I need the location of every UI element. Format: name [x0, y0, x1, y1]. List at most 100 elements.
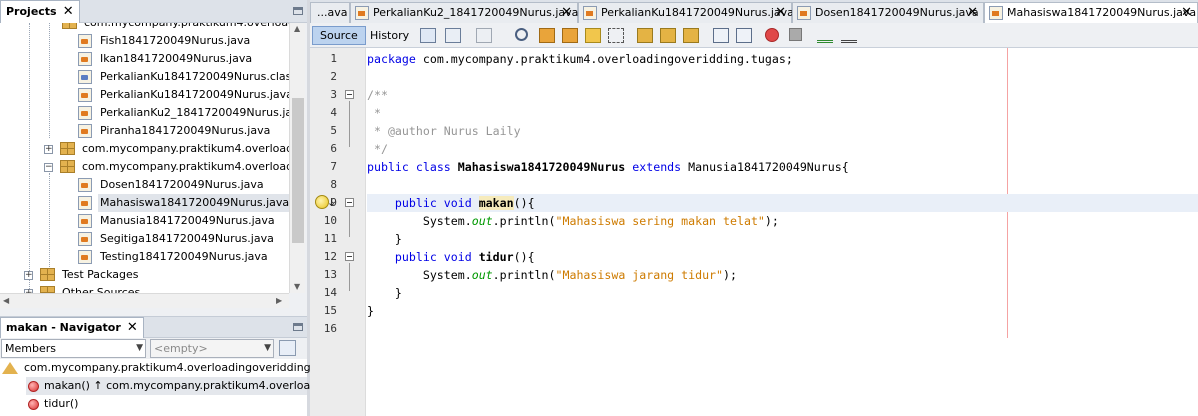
code-line: } [367, 302, 374, 320]
java-file-icon [989, 6, 1003, 20]
close-icon[interactable]: ✕ [63, 1, 74, 23]
keyword: void [443, 196, 472, 210]
comment: * [367, 106, 381, 120]
rectangular-select-icon[interactable] [608, 28, 624, 43]
projects-titlebar: Projects ✕ [0, 0, 307, 23]
line-number: 15 [323, 304, 337, 317]
identifier: System. [422, 214, 472, 228]
tree-label: Other Sources [62, 286, 141, 293]
editor-tab-label: Mahasiswa1841720049Nurus.java [1007, 6, 1197, 19]
close-icon[interactable]: ✕ [775, 3, 786, 22]
class-file-icon [78, 70, 92, 84]
package-name: com.mycompany.praktikum4.overloadingover… [415, 52, 793, 66]
next-bookmark-icon[interactable] [660, 28, 676, 43]
toggle-bookmark-icon[interactable] [683, 28, 699, 43]
package-icon [60, 160, 75, 173]
java-file-icon [797, 6, 811, 20]
shift-left-icon[interactable] [713, 28, 729, 43]
stop-macro-icon[interactable] [789, 28, 802, 41]
empty-dropdown[interactable]: <empty> ▼ [150, 339, 274, 358]
minimize-icon[interactable] [293, 7, 303, 15]
members-dropdown[interactable]: Members ▼ [1, 339, 146, 358]
filter-icon[interactable] [279, 340, 296, 356]
navigator-tab-label: makan - Navigator [6, 321, 121, 334]
line-number: 14 [323, 286, 337, 299]
line-number: 6 [330, 142, 337, 155]
java-file-icon [583, 6, 597, 20]
fold-toggle-icon[interactable] [345, 90, 354, 99]
string-literal: "Mahasiswa sering makan telat" [555, 214, 765, 228]
editor-toolbar: Source History [310, 23, 1198, 48]
editor-tab[interactable]: Dosen1841720049Nurus.java ✕ [792, 2, 984, 23]
fold-toggle-icon[interactable] [345, 252, 354, 261]
close-icon[interactable]: ✕ [967, 3, 978, 22]
history-button[interactable]: History [362, 26, 417, 45]
navigator-titlebar: makan - Navigator ✕ [0, 316, 307, 338]
find-previous-icon[interactable] [539, 28, 555, 43]
uncomment-icon[interactable] [841, 28, 857, 43]
editor-tab[interactable]: ...ava [310, 2, 350, 23]
identifier: System. [422, 268, 472, 282]
punctuation: } [367, 304, 374, 318]
line-number: 13 [323, 268, 337, 281]
editor-tab-label: ...ava [317, 6, 348, 19]
java-file-icon [355, 6, 369, 20]
expand-icon[interactable]: + [24, 271, 33, 280]
tree-label: com.mycompany.praktikum4.overloadingov [82, 160, 289, 173]
dropdown-value: <empty> [154, 342, 208, 355]
shift-right-icon[interactable] [736, 28, 752, 43]
tree-label: Ikan1841720049Nurus.java [100, 52, 253, 65]
fold-guide [349, 263, 350, 291]
editor-tab[interactable]: PerkalianKu1841720049Nurus.java ✕ [578, 2, 794, 23]
editor-pane: ...ava PerkalianKu2_1841720049Nurus.java… [310, 0, 1198, 416]
arrow-down-icon: ↓ [327, 196, 337, 209]
line-number: 8 [330, 178, 337, 191]
find-next-icon[interactable] [562, 28, 578, 43]
collapse-icon[interactable]: − [44, 163, 53, 172]
code-line: package com.mycompany.praktikum4.overloa… [367, 50, 793, 68]
toggle-highlight-icon[interactable] [585, 28, 601, 43]
tree-vertical-scrollbar[interactable]: ▲ ▼ [289, 23, 305, 293]
code-editor[interactable]: 1 2 3 4 5 6 7 8 9 10 11 12 13 14 15 16 ↓ [310, 48, 1198, 416]
scroll-up-icon[interactable]: ▲ [294, 21, 300, 36]
record-macro-icon[interactable] [765, 28, 779, 42]
minimize-icon[interactable] [293, 323, 303, 331]
punctuation: ); [723, 268, 737, 282]
package-icon [62, 23, 77, 29]
code-line-current: public void makan(){ [367, 194, 1198, 212]
tree-label: Fish1841720049Nurus.java [100, 34, 251, 47]
fold-toggle-icon[interactable] [345, 198, 354, 207]
navigator-item-label: makan() ↑ com.mycompany.praktikum4.overl… [44, 379, 348, 392]
navigator-method-item-selected[interactable]: makan() ↑ com.mycompany.praktikum4.overl… [26, 377, 347, 395]
code-line: } [367, 230, 402, 248]
previous-bookmark-icon[interactable] [637, 28, 653, 43]
projects-tab[interactable]: Projects ✕ [0, 0, 80, 23]
scrollbar-thumb[interactable] [292, 98, 304, 243]
java-file-icon [78, 52, 92, 66]
class-icon [2, 362, 18, 374]
source-button[interactable]: Source [312, 26, 366, 45]
close-icon[interactable]: ✕ [127, 318, 138, 338]
method-icon [28, 399, 39, 410]
line-number: 1 [330, 52, 337, 65]
back-icon[interactable] [445, 28, 461, 43]
last-edit-icon[interactable] [420, 28, 436, 43]
superclass-name: Manusia1841720049Nurus{ [688, 160, 849, 174]
search-icon[interactable] [515, 28, 528, 41]
editor-tab-active[interactable]: Mahasiswa1841720049Nurus.java ✕ [984, 2, 1198, 23]
code-line: /** [367, 86, 388, 104]
expand-icon[interactable]: + [44, 145, 53, 154]
forward-icon[interactable] [476, 28, 492, 43]
close-icon[interactable]: ✕ [561, 3, 572, 22]
comment-icon[interactable] [817, 28, 833, 43]
scroll-right-icon[interactable]: ▶ [276, 293, 282, 308]
editor-tab[interactable]: PerkalianKu2_1841720049Nurus.java ✕ [350, 2, 578, 23]
scroll-left-icon[interactable]: ◀ [3, 293, 9, 308]
scroll-down-icon[interactable]: ▼ [294, 279, 300, 294]
close-icon[interactable]: ✕ [1181, 3, 1192, 22]
editor-tab-label: Dosen1841720049Nurus.java [815, 6, 979, 19]
tree-guide [49, 173, 50, 273]
navigator-tab[interactable]: makan - Navigator ✕ [0, 317, 144, 338]
keyword: public [367, 160, 409, 174]
tree-horizontal-scrollbar[interactable]: ◀ ▶ [0, 293, 289, 308]
